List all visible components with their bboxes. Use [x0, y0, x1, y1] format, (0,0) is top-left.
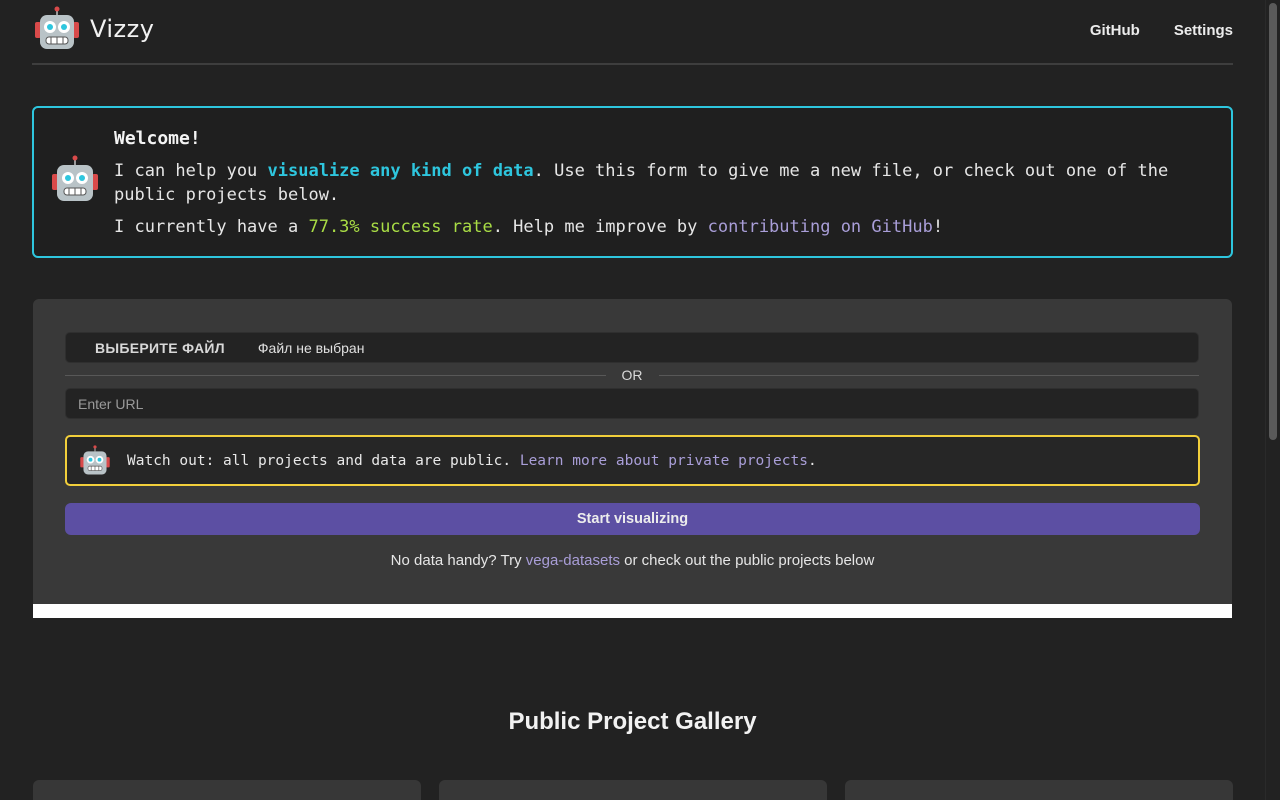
card-bottom-strip: [33, 604, 1232, 618]
intro-prefix: I can help you: [114, 161, 268, 181]
warning-text: Watch out: all projects and data are pub…: [127, 453, 817, 469]
robot-icon: [52, 155, 98, 201]
welcome-success: I currently have a 77.3% success rate. H…: [114, 215, 1204, 239]
or-divider: OR: [65, 365, 1199, 385]
welcome-intro: I can help you visualize any kind of dat…: [114, 159, 1204, 207]
nodata-prefix: No data handy? Try: [390, 552, 526, 569]
private-projects-link[interactable]: Learn more about private projects: [520, 453, 808, 469]
gallery-card[interactable]: [33, 780, 421, 800]
upload-form-card: ВЫБЕРИТЕ ФАЙЛ Файл не выбран OR Watch ou…: [33, 299, 1232, 618]
robot-logo-icon: [35, 6, 79, 49]
success-suffix: !: [932, 217, 944, 237]
success-prefix: I currently have a: [114, 217, 309, 237]
gallery-card[interactable]: [439, 780, 827, 800]
success-middle: . Help me improve by: [492, 217, 708, 237]
file-picker[interactable]: ВЫБЕРИТЕ ФАЙЛ Файл не выбран: [65, 332, 1199, 363]
welcome-content: Welcome! I can help you visualize any ki…: [114, 128, 1204, 239]
nodata-suffix: or check out the public projects below: [620, 552, 875, 569]
robot-icon: [80, 444, 110, 474]
brand-name: Vizzy: [90, 15, 155, 43]
gallery-title: Public Project Gallery: [508, 708, 757, 735]
divider-line-left: [65, 374, 606, 376]
brand-logo[interactable]: Vizzy: [34, 6, 154, 52]
warning-suffix: .: [807, 452, 817, 469]
choose-file-button[interactable]: ВЫБЕРИТЕ ФАЙЛ: [95, 340, 225, 356]
success-rate: 77.3% success rate: [308, 217, 493, 237]
gallery-card[interactable]: [845, 780, 1233, 800]
page-scrollbar[interactable]: [1265, 0, 1280, 800]
welcome-title: Welcome!: [114, 128, 201, 149]
divider-line-right: [658, 374, 1199, 376]
file-status-text: Файл не выбран: [257, 339, 365, 356]
warning-prefix: Watch out: all projects and data are pub…: [127, 452, 520, 469]
or-text: OR: [621, 367, 643, 383]
contribute-github-link[interactable]: contributing on GitHub: [708, 217, 933, 237]
welcome-panel: Welcome! I can help you visualize any ki…: [32, 106, 1233, 258]
url-input[interactable]: [65, 388, 1199, 419]
scrollbar-thumb[interactable]: [1269, 3, 1277, 440]
start-visualizing-button[interactable]: Start visualizing: [65, 503, 1200, 535]
no-data-hint: No data handy? Try vega-datasets or chec…: [33, 552, 1232, 569]
nav-settings-link[interactable]: Settings: [1174, 22, 1233, 39]
nav-github-link[interactable]: GitHub: [1090, 22, 1140, 39]
intro-highlight: visualize any kind of data: [267, 161, 534, 181]
vega-datasets-link[interactable]: vega-datasets: [526, 552, 620, 569]
top-nav: GitHub Settings: [1090, 22, 1233, 39]
public-warning-banner: Watch out: all projects and data are pub…: [65, 435, 1200, 486]
app-header: Vizzy GitHub Settings: [32, 0, 1233, 65]
